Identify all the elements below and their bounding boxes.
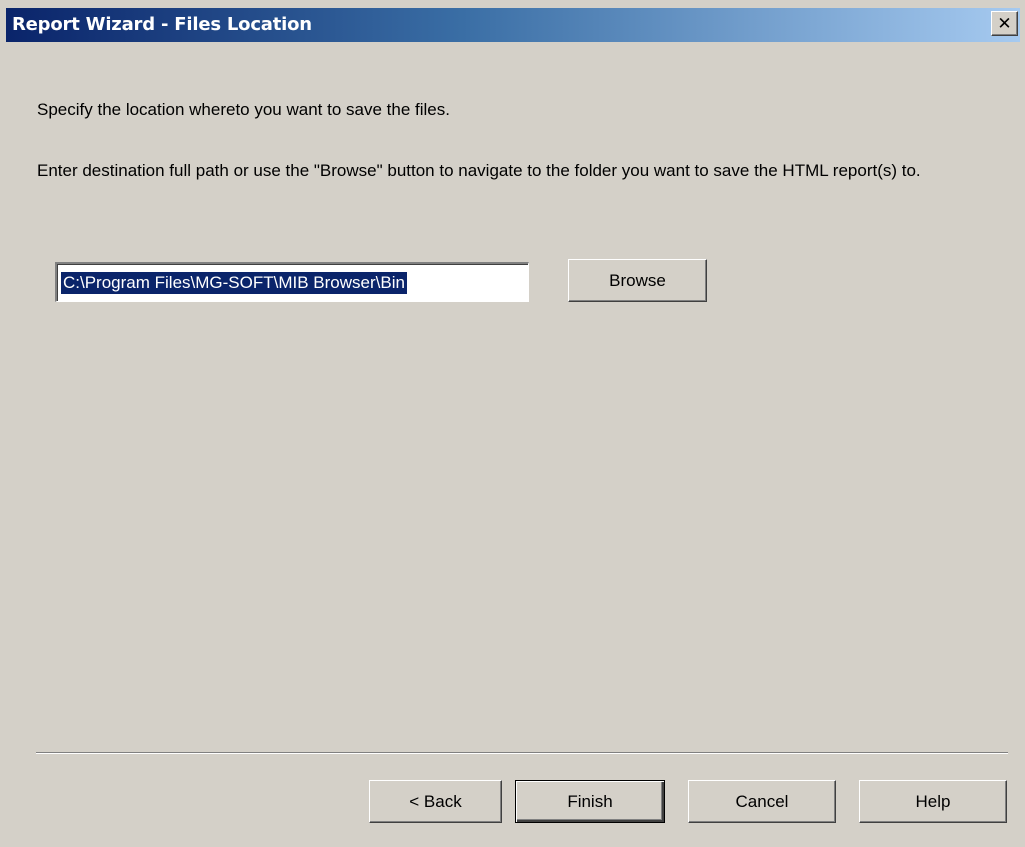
close-icon: ✕	[997, 13, 1012, 34]
cancel-button[interactable]: Cancel	[688, 780, 836, 823]
title-bar[interactable]: Report Wizard - Files Location ✕	[6, 8, 1020, 42]
destination-path-input[interactable]: C:\Program Files\MG-SOFT\MIB Browser\Bin	[55, 262, 529, 302]
help-button[interactable]: Help	[859, 780, 1007, 823]
window-title: Report Wizard - Files Location	[12, 14, 312, 35]
instruction-text-1: Specify the location whereto you want to…	[37, 100, 450, 119]
back-button[interactable]: < Back	[369, 780, 502, 823]
close-button[interactable]: ✕	[991, 11, 1018, 36]
destination-path-value: C:\Program Files\MG-SOFT\MIB Browser\Bin	[61, 272, 407, 294]
instruction-text-2: Enter destination full path or use the "…	[37, 161, 921, 180]
report-wizard-dialog: Report Wizard - Files Location ✕ Specify…	[0, 0, 1025, 847]
separator-line	[36, 752, 1008, 754]
browse-button[interactable]: Browse	[568, 259, 707, 302]
finish-button[interactable]: Finish	[515, 780, 665, 823]
